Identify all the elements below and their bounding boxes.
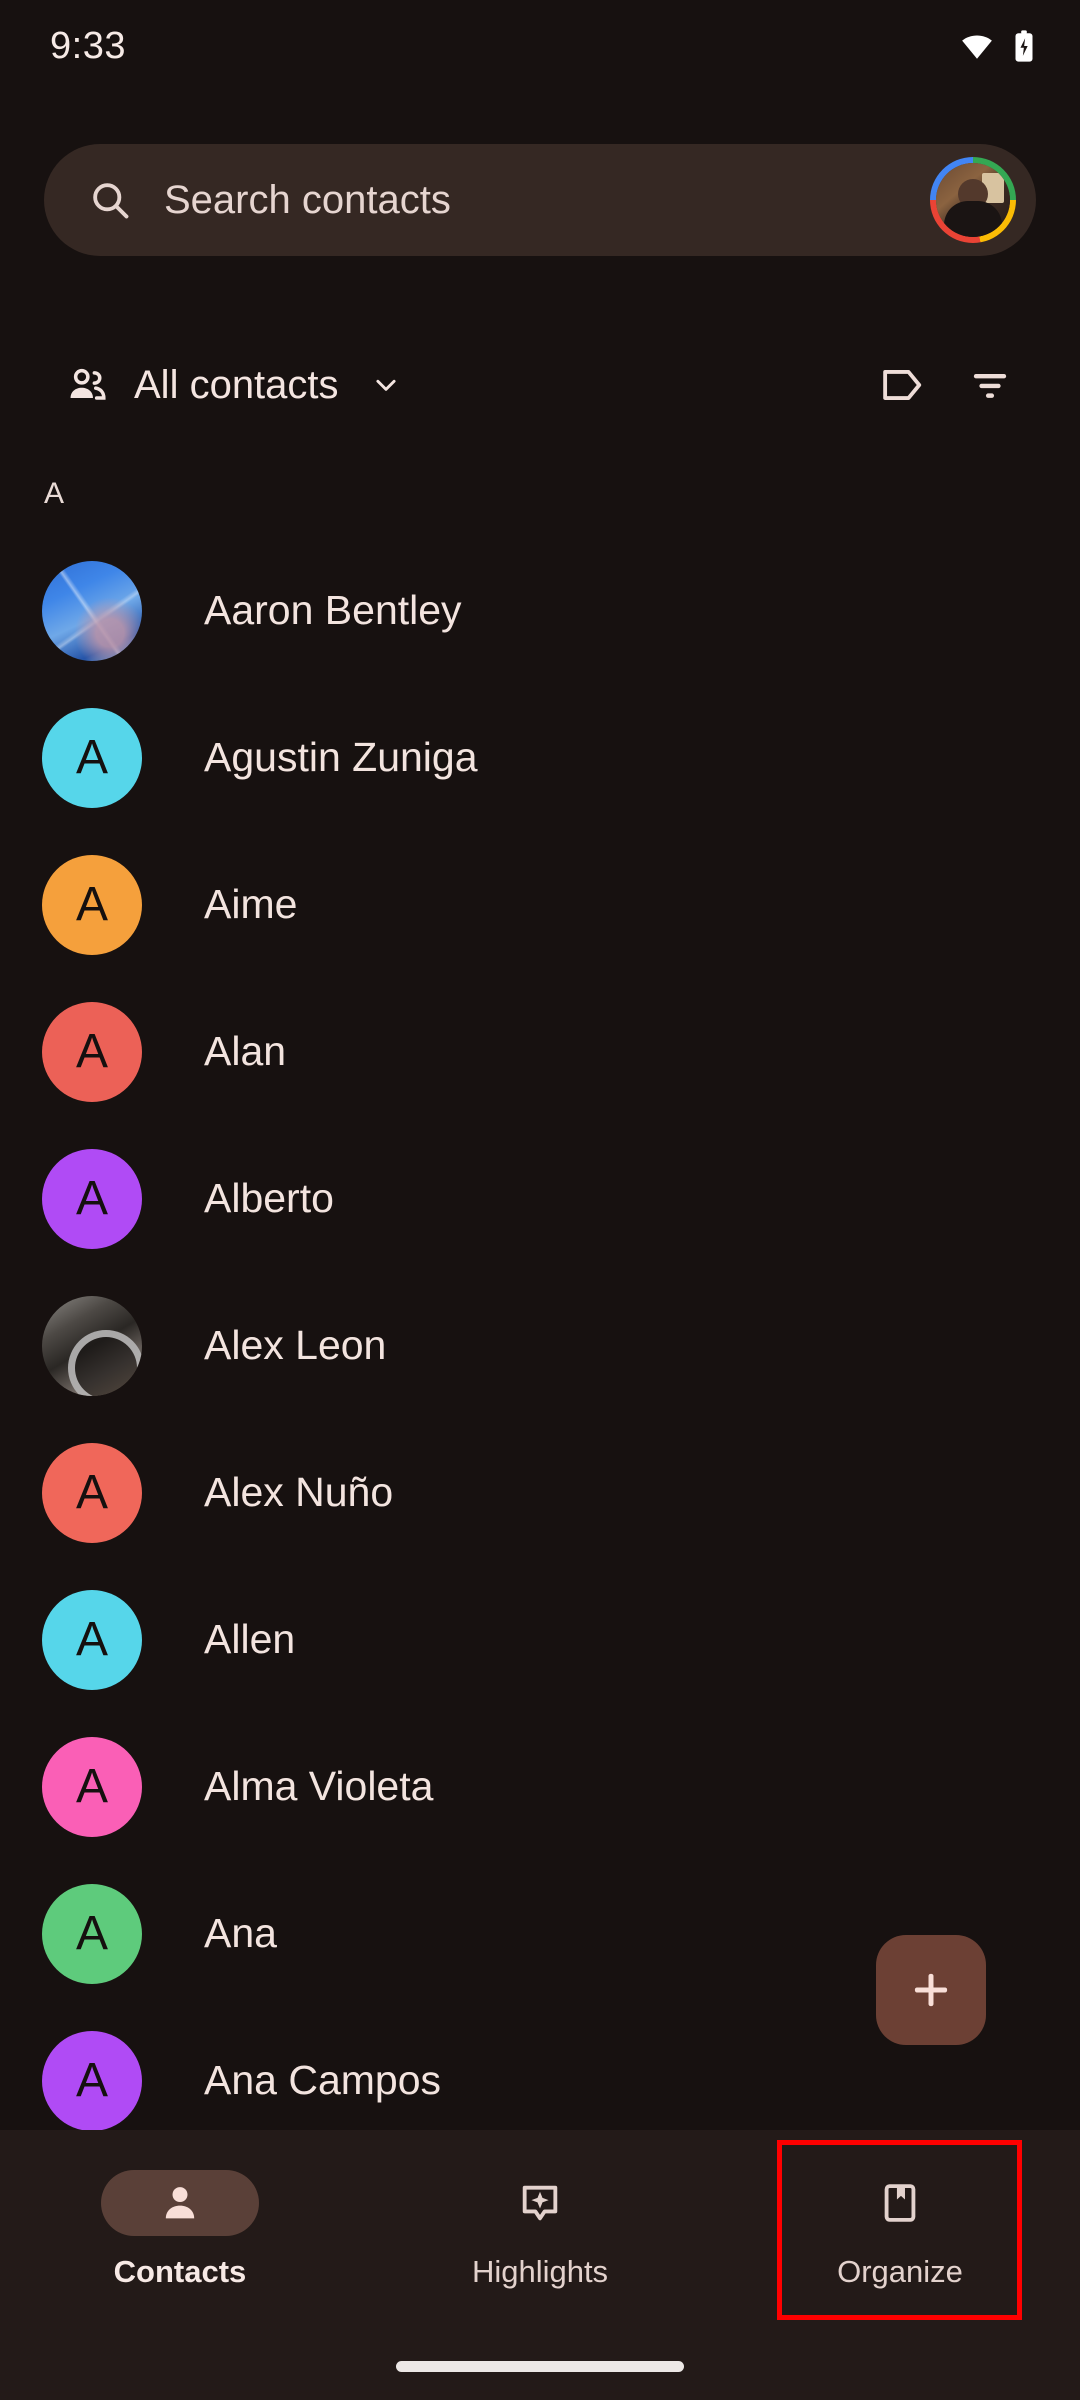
person-icon: [157, 2180, 203, 2226]
contact-name: Aime: [204, 881, 297, 928]
contact-avatar-initial: A: [42, 1002, 142, 1102]
contact-avatar-initial: A: [42, 855, 142, 955]
nav-pill-organize: [821, 2170, 979, 2236]
contact-avatar-initial: A: [42, 708, 142, 808]
chevron-down-icon: [371, 370, 401, 400]
contact-row[interactable]: Aaron Bentley: [0, 537, 1080, 684]
label-tag-icon: [879, 362, 925, 408]
contact-name: Ana: [204, 1910, 277, 1957]
contact-row[interactable]: Alex Leon: [0, 1272, 1080, 1419]
nav-tab-organize[interactable]: Organize: [720, 2130, 1080, 2400]
all-contacts-selector[interactable]: All contacts: [66, 363, 401, 408]
nav-label-contacts: Contacts: [114, 2254, 247, 2290]
create-contact-fab[interactable]: [876, 1935, 986, 2045]
status-bar: 9:33: [0, 0, 1080, 92]
contacts-list[interactable]: A Aaron Bentley A Agustin Zuniga A Aime A Alan…: [0, 455, 1080, 2130]
filter-row: All contacts: [0, 330, 1080, 440]
contact-name: Alex Nuño: [204, 1469, 393, 1516]
contact-avatar-photo: [42, 561, 142, 661]
contact-name: Alma Violeta: [204, 1763, 433, 1810]
sort-filter-button[interactable]: [946, 341, 1034, 429]
battery-charging-icon: [1012, 29, 1036, 63]
nav-tab-contacts[interactable]: Contacts: [0, 2130, 360, 2400]
contact-name: Aaron Bentley: [204, 587, 462, 634]
contact-name: Alberto: [204, 1175, 334, 1222]
contact-row[interactable]: A Alex Nuño: [0, 1419, 1080, 1566]
contact-row[interactable]: A Alma Violeta: [0, 1713, 1080, 1860]
book-bookmark-icon: [877, 2180, 923, 2226]
search-input[interactable]: Search contacts: [164, 178, 930, 223]
phone-screen: 9:33 Search contacts: [0, 0, 1080, 2400]
contact-avatar-initial: A: [42, 1737, 142, 1837]
plus-icon: [908, 1967, 954, 2013]
contact-row[interactable]: A Allen: [0, 1566, 1080, 1713]
contact-avatar-initial: A: [42, 2031, 142, 2131]
contact-row[interactable]: A Alan: [0, 978, 1080, 1125]
search-icon: [88, 178, 132, 222]
avatar-image: [936, 163, 1010, 237]
account-avatar[interactable]: [930, 157, 1016, 243]
sparkle-bubble-icon: [517, 2180, 563, 2226]
contact-name: Alex Leon: [204, 1322, 386, 1369]
contact-avatar-initial: A: [42, 1443, 142, 1543]
nav-pill-highlights: [461, 2170, 619, 2236]
contact-name: Agustin Zuniga: [204, 734, 478, 781]
nav-label-highlights: Highlights: [472, 2254, 608, 2290]
nav-label-organize: Organize: [837, 2254, 963, 2290]
contact-avatar-photo: [42, 1296, 142, 1396]
sort-filter-icon: [968, 363, 1012, 407]
gesture-home-indicator[interactable]: [396, 2361, 684, 2372]
nav-tab-highlights[interactable]: Highlights: [360, 2130, 720, 2400]
nav-pill-contacts: [101, 2170, 259, 2236]
bottom-navigation: Contacts Highlights Organize: [0, 2130, 1080, 2400]
contact-avatar-initial: A: [42, 1590, 142, 1690]
contact-row[interactable]: A Agustin Zuniga: [0, 684, 1080, 831]
contact-row[interactable]: A Alberto: [0, 1125, 1080, 1272]
search-bar[interactable]: Search contacts: [44, 144, 1036, 256]
section-header-letter: A: [0, 455, 1080, 537]
contact-name: Alan: [204, 1028, 286, 1075]
contact-avatar-initial: A: [42, 1884, 142, 1984]
contact-name: Allen: [204, 1616, 295, 1663]
people-icon: [66, 364, 108, 406]
wifi-icon: [960, 29, 994, 63]
label-button[interactable]: [858, 341, 946, 429]
status-time: 9:33: [50, 25, 126, 68]
contact-name: Ana Campos: [204, 2057, 441, 2104]
contact-row[interactable]: A Aime: [0, 831, 1080, 978]
contact-avatar-initial: A: [42, 1149, 142, 1249]
all-contacts-label: All contacts: [134, 363, 339, 408]
status-icons: [960, 29, 1036, 63]
